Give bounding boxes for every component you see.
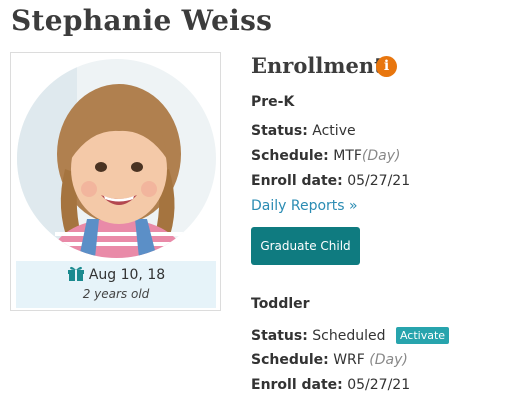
enroll-date-value: 05/27/21 (347, 377, 411, 393)
program-name-prek: Pre-K (251, 94, 295, 110)
status-label: Status: (251, 123, 308, 139)
status-value: Scheduled (312, 328, 386, 344)
schedule-value: WRF (333, 352, 365, 368)
prek-enroll-row: Enroll date: 05/27/21 (251, 173, 410, 189)
birthday-date: Aug 10, 18 (88, 267, 166, 283)
enroll-date-label: Enroll date: (251, 173, 343, 189)
toddler-enroll-row: Enroll date: 05/27/21 (251, 377, 410, 393)
status-value: Active (312, 123, 356, 139)
schedule-label: Schedule: (251, 352, 329, 368)
schedule-label: Schedule: (251, 148, 329, 164)
program-name-toddler: Toddler (251, 296, 310, 312)
prek-status-row: Status: Active (251, 123, 356, 139)
info-icon[interactable]: i (376, 56, 397, 77)
profile-card: Aug 10, 18 2 years old (10, 52, 221, 311)
activate-button[interactable]: Activate (395, 327, 450, 344)
enroll-date-label: Enroll date: (251, 377, 343, 393)
daily-reports-link[interactable]: Daily Reports » (251, 198, 358, 214)
graduate-child-button[interactable]: Graduate Child (251, 227, 360, 265)
page-title: Stephanie Weiss (11, 4, 273, 37)
schedule-value: MTF (333, 148, 362, 164)
status-label: Status: (251, 328, 308, 344)
child-age: 2 years old (82, 287, 150, 301)
child-photo (17, 59, 216, 258)
enroll-date-value: 05/27/21 (347, 173, 411, 189)
prek-schedule-row: Schedule: MTF(Day) (251, 148, 400, 164)
birthday-box: Aug 10, 18 2 years old (16, 261, 216, 308)
toddler-status-row: Status: Scheduled Activate (251, 327, 450, 344)
schedule-note: (Day) (361, 148, 401, 164)
gift-icon (67, 266, 84, 281)
toddler-schedule-row: Schedule: WRF (Day) (251, 352, 408, 368)
enrollment-title: Enrollment (251, 53, 384, 78)
schedule-note: (Day) (369, 352, 408, 368)
